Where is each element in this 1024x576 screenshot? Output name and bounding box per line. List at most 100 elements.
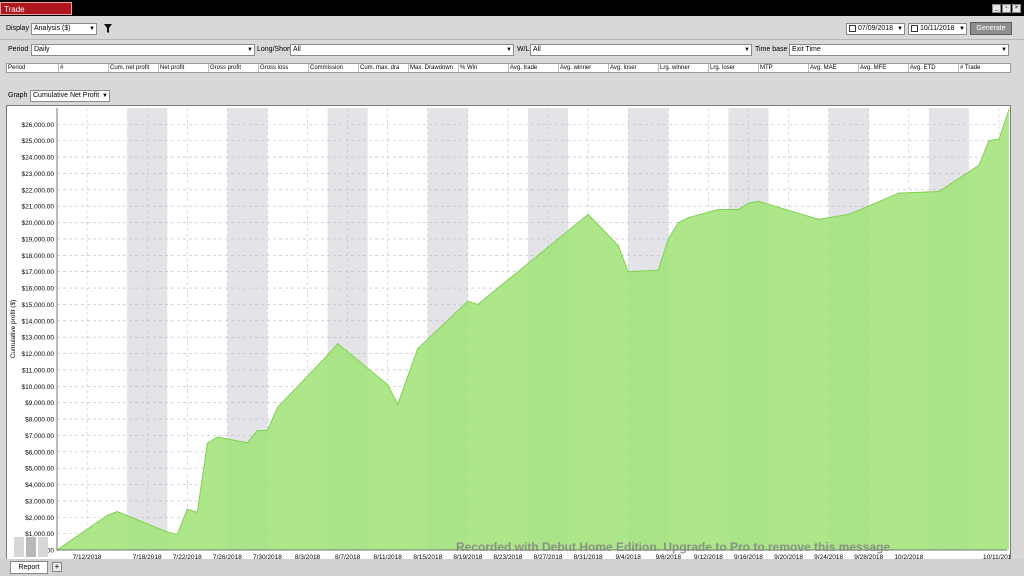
graph-type-value: Cumulative Net Profit bbox=[33, 92, 100, 99]
data-point bbox=[818, 218, 820, 220]
column-header[interactable]: # bbox=[59, 64, 109, 72]
y-tick-label: $3,000.00 bbox=[25, 498, 54, 505]
end-date-picker[interactable]: 10/11/2018 ▼ bbox=[908, 23, 967, 35]
column-header[interactable]: Avg. MFE bbox=[859, 64, 909, 72]
column-header[interactable]: Net profit bbox=[159, 64, 209, 72]
graph-type-row: Graph Cumulative Net Profit ▼ bbox=[6, 88, 1011, 102]
add-tab-button[interactable]: + bbox=[52, 562, 62, 572]
wl-select[interactable]: All ▼ bbox=[530, 44, 752, 56]
data-point bbox=[978, 164, 980, 166]
period-select-value: Daily bbox=[34, 46, 50, 53]
restore-button[interactable]: ▫ bbox=[1002, 4, 1011, 13]
graph-label: Graph bbox=[8, 92, 28, 99]
data-point bbox=[627, 271, 629, 273]
period-select[interactable]: Daily ▼ bbox=[31, 44, 255, 56]
column-header[interactable]: Gross loss bbox=[259, 64, 309, 72]
window-title: Trade Performance bbox=[0, 2, 72, 27]
column-header[interactable]: Lrg. winner bbox=[659, 64, 709, 72]
data-point bbox=[216, 436, 218, 438]
y-tick-label: $9,000.00 bbox=[25, 400, 54, 407]
generate-button[interactable]: Generate bbox=[970, 22, 1012, 35]
timebase-select[interactable]: Exit Time ▼ bbox=[789, 44, 1009, 56]
column-header[interactable]: Period bbox=[7, 64, 59, 72]
data-point bbox=[326, 354, 329, 356]
chevron-down-icon: ▼ bbox=[959, 26, 965, 32]
data-point bbox=[266, 429, 269, 432]
column-header[interactable]: Cum. net profit bbox=[109, 64, 159, 72]
longshort-select-value: All bbox=[293, 46, 301, 53]
column-header[interactable]: Lrg. loser bbox=[709, 64, 759, 72]
display-label: Display bbox=[6, 25, 29, 32]
timebase-select-value: Exit Time bbox=[792, 46, 821, 53]
chart-svg: $0.00$1,000.00$2,000.00$3,000.00$4,000.0… bbox=[10, 108, 1015, 570]
display-select[interactable]: Analysis ($) ▼ bbox=[31, 23, 97, 35]
y-tick-label: $20,000.00 bbox=[21, 220, 54, 227]
data-point bbox=[106, 515, 108, 517]
column-header[interactable]: Avg. trade bbox=[509, 64, 559, 72]
data-point bbox=[667, 238, 669, 240]
filter-icon[interactable] bbox=[104, 24, 112, 33]
y-tick-label: $21,000.00 bbox=[21, 204, 54, 211]
y-tick-label: $15,000.00 bbox=[21, 302, 54, 309]
chevron-down-icon: ▼ bbox=[897, 26, 903, 32]
data-point bbox=[206, 442, 208, 445]
column-header[interactable]: Gross profit bbox=[209, 64, 259, 72]
y-tick-label: $23,000.00 bbox=[21, 171, 54, 178]
column-header[interactable]: Commission bbox=[309, 64, 359, 72]
column-header[interactable]: Avg. loser bbox=[609, 64, 659, 72]
y-tick-label: $6,000.00 bbox=[25, 449, 54, 456]
y-tick-label: $17,000.00 bbox=[21, 269, 54, 276]
column-header[interactable]: Avg. MAE bbox=[809, 64, 859, 72]
data-point bbox=[196, 511, 198, 513]
display-select-value: Analysis ($) bbox=[34, 25, 71, 32]
column-header[interactable]: Max. Drawdown bbox=[409, 64, 459, 72]
y-tick-label: $5,000.00 bbox=[25, 466, 54, 473]
watermark-logo bbox=[14, 537, 48, 557]
data-point bbox=[467, 300, 469, 302]
tab-report[interactable]: Report bbox=[10, 561, 48, 574]
cumulative-profit-chart: $0.00$1,000.00$2,000.00$3,000.00$4,000.0… bbox=[6, 105, 1015, 570]
longshort-label: Long/Short bbox=[257, 46, 292, 53]
start-date-picker[interactable]: 07/09/2018 ▼ bbox=[846, 23, 905, 35]
data-point bbox=[617, 244, 619, 247]
chevron-down-icon: ▼ bbox=[1001, 47, 1007, 53]
data-point bbox=[677, 221, 679, 224]
chevron-down-icon: ▼ bbox=[102, 93, 108, 99]
column-header[interactable]: Cum. max. dra bbox=[359, 64, 409, 72]
wl-label: W/L bbox=[517, 46, 530, 53]
y-tick-label: $26,000.00 bbox=[21, 122, 54, 129]
data-point bbox=[938, 190, 940, 193]
data-point bbox=[477, 303, 479, 306]
column-header[interactable]: MTP bbox=[759, 64, 809, 72]
y-tick-label: $24,000.00 bbox=[21, 155, 54, 162]
chevron-down-icon: ▼ bbox=[247, 47, 253, 53]
y-tick-label: $19,000.00 bbox=[21, 236, 54, 243]
data-point bbox=[998, 138, 1000, 140]
data-point bbox=[988, 140, 990, 142]
column-header[interactable]: # Trade bbox=[959, 64, 1010, 72]
longshort-select[interactable]: All ▼ bbox=[290, 44, 514, 56]
graph-type-select[interactable]: Cumulative Net Profit ▼ bbox=[30, 90, 110, 102]
y-tick-label: $14,000.00 bbox=[21, 318, 54, 325]
y-tick-label: $7,000.00 bbox=[25, 433, 54, 440]
data-point bbox=[387, 384, 389, 386]
chevron-down-icon: ▼ bbox=[744, 47, 750, 53]
data-point bbox=[687, 217, 689, 219]
minimize-button[interactable]: _ bbox=[992, 4, 1001, 13]
data-point bbox=[848, 213, 850, 216]
column-header[interactable]: Avg. winner bbox=[559, 64, 609, 72]
calendar-icon bbox=[911, 25, 918, 32]
y-tick-label: $18,000.00 bbox=[21, 253, 54, 260]
wl-select-value: All bbox=[533, 46, 541, 53]
y-tick-label: $11,000.00 bbox=[22, 367, 54, 374]
data-point bbox=[186, 508, 188, 510]
timebase-label: Time base bbox=[755, 46, 788, 53]
data-point bbox=[176, 533, 178, 536]
data-point bbox=[276, 406, 279, 409]
data-point bbox=[757, 200, 760, 202]
close-button[interactable]: × bbox=[1012, 4, 1021, 13]
data-point bbox=[417, 348, 419, 350]
column-header[interactable]: % Win bbox=[459, 64, 509, 72]
y-axis-title: Cumulative profit ($) bbox=[10, 300, 17, 359]
column-header[interactable]: Avg. ETD bbox=[909, 64, 959, 72]
